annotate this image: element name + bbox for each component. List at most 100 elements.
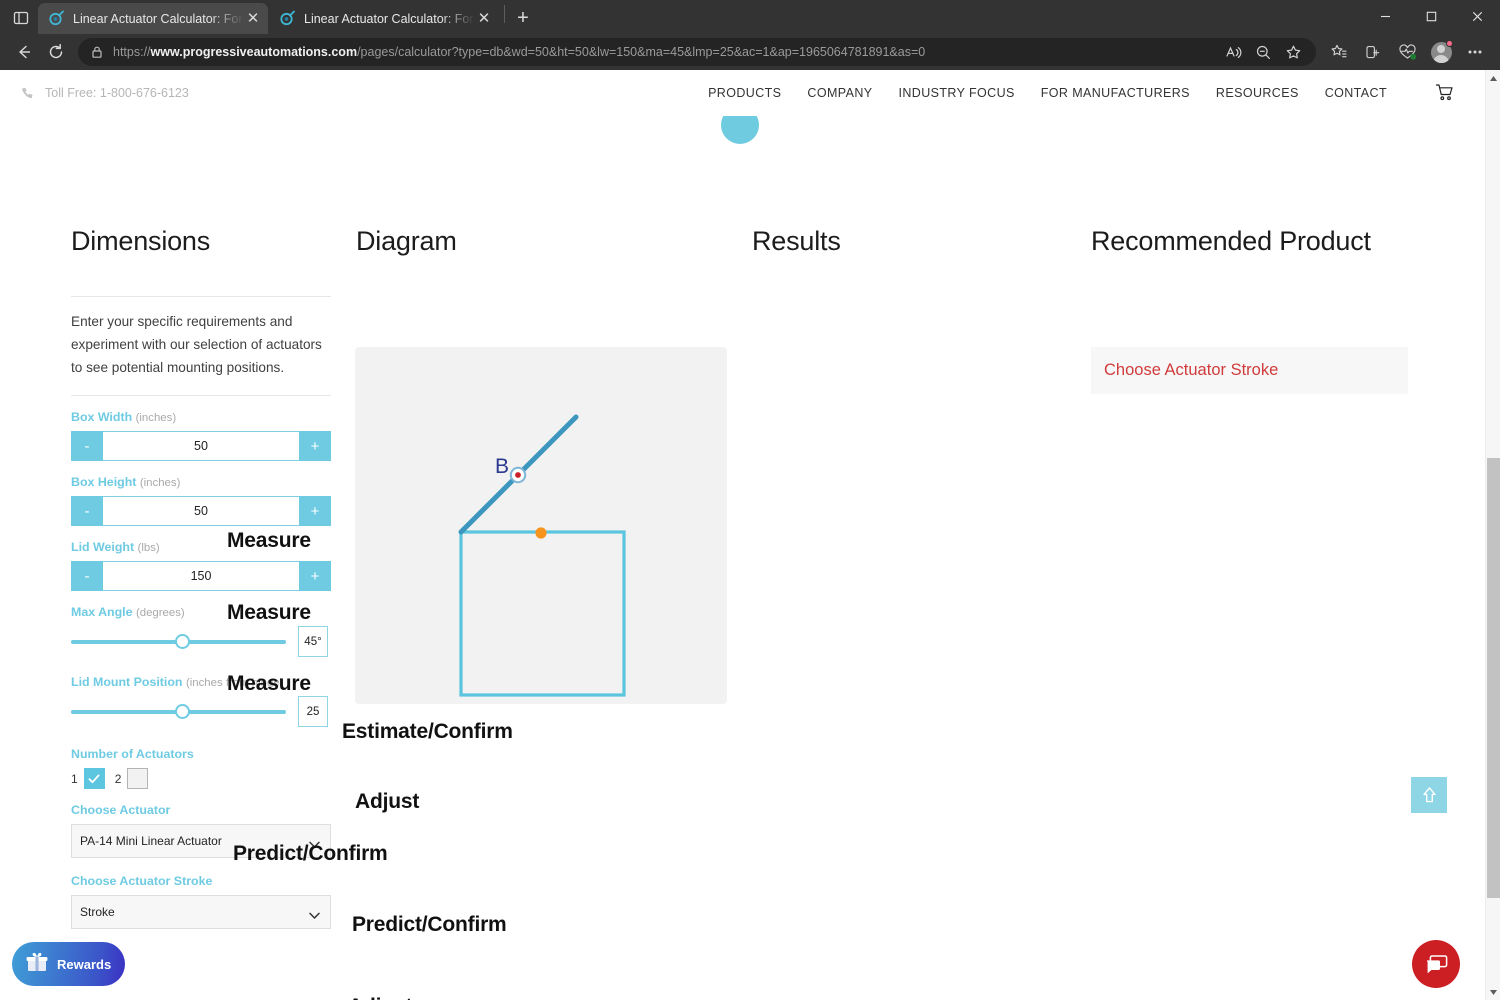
nav-item-contact[interactable]: CONTACT xyxy=(1325,86,1387,100)
number-of-actuators-options: 1 2 xyxy=(71,768,331,790)
recommended-product-card: Choose Actuator Stroke xyxy=(1091,347,1408,394)
max-angle-value[interactable]: 45° xyxy=(298,626,328,658)
browser-settings-menu-icon[interactable] xyxy=(1458,37,1492,67)
nav-item-products[interactable]: PRODUCTS xyxy=(708,86,781,100)
browser-chrome: Linear Actuator Calculator: Force ✕ Line… xyxy=(0,0,1500,70)
browser-toolbar-right xyxy=(1322,37,1492,67)
dimensions-intro-text: Enter your specific requirements and exp… xyxy=(71,314,322,375)
chat-button[interactable] xyxy=(1412,940,1460,988)
tab-title: Linear Actuator Calculator: Force xyxy=(73,11,244,26)
box-width-input[interactable] xyxy=(103,431,299,462)
nav-item-company[interactable]: COMPANY xyxy=(807,86,872,100)
page-scrollbar[interactable] xyxy=(1485,70,1500,1000)
tab-close-icon[interactable]: ✕ xyxy=(244,10,262,28)
tab-close-icon[interactable]: ✕ xyxy=(475,10,493,28)
lid-mount-position-slider-row: 25 xyxy=(71,696,331,728)
lid-mount-position-slider[interactable] xyxy=(71,700,286,724)
cart-icon xyxy=(1435,84,1453,101)
box-width-decrement-button[interactable]: - xyxy=(71,431,103,462)
box-width-unit: (inches) xyxy=(135,412,177,425)
avatar-notification-dot xyxy=(1446,40,1453,47)
address-bar[interactable]: https://www.progressiveautomations.com/p… xyxy=(78,38,1316,66)
cart-button[interactable] xyxy=(1435,83,1455,103)
actuator-count-1-label: 1 xyxy=(71,771,78,786)
scroll-to-top-button[interactable] xyxy=(1411,777,1447,813)
toll-free-info: Toll Free: 1-800-676-6123 xyxy=(20,86,189,101)
nav-item-resources[interactable]: RESOURCES xyxy=(1216,86,1299,100)
choose-stroke-label: Choose Actuator Stroke xyxy=(71,874,213,889)
arrow-up-icon xyxy=(1422,787,1436,803)
choose-stroke-select-wrap: Stroke xyxy=(71,895,331,930)
point-b-center-dot xyxy=(515,472,521,478)
lid-mount-position-label-text: Lid Mount Position xyxy=(71,675,183,690)
url-domain: www.progressiveautomations.com xyxy=(150,45,358,59)
tab-strip: Linear Actuator Calculator: Force ✕ Line… xyxy=(0,0,1500,34)
actuator-count-1-checkbox[interactable] xyxy=(83,768,105,790)
tab-divider xyxy=(504,5,505,23)
window-maximize-button[interactable] xyxy=(1408,0,1454,32)
rewards-label: Rewards xyxy=(57,956,112,972)
annotation-label: Predict/Confirm xyxy=(352,913,507,936)
window-close-button[interactable] xyxy=(1454,0,1500,32)
window-controls xyxy=(1362,0,1500,32)
scrollbar-up-arrow[interactable] xyxy=(1486,70,1500,86)
annotation-label: Adjust xyxy=(355,790,420,813)
profile-avatar[interactable] xyxy=(1424,37,1458,67)
collections-icon[interactable] xyxy=(1356,37,1390,67)
chat-bubble-icon xyxy=(1426,955,1448,974)
max-angle-slider[interactable] xyxy=(71,630,286,654)
choose-stroke-select[interactable]: Stroke xyxy=(71,895,331,930)
lock-icon xyxy=(90,45,104,59)
annotation-label: Predict/Confirm xyxy=(233,842,388,865)
toll-free-text: Toll Free: 1-800-676-6123 xyxy=(45,86,189,100)
lid-mount-position-slider-thumb[interactable] xyxy=(175,704,190,720)
browser-essentials-icon[interactable] xyxy=(1390,37,1424,67)
choose-actuator-label: Choose Actuator xyxy=(71,803,171,818)
nav-item-for-manufacturers[interactable]: FOR MANUFACTURERS xyxy=(1041,86,1190,100)
lid-diagram: B xyxy=(458,414,626,697)
lid-weight-input[interactable] xyxy=(103,561,299,592)
page-content: Toll Free: 1-800-676-6123 PRODUCTS COMPA… xyxy=(0,70,1485,1000)
scrollbar-down-arrow[interactable] xyxy=(1486,984,1500,1000)
max-angle-slider-row: 45° xyxy=(71,626,331,658)
actuator-count-2-label: 2 xyxy=(114,771,122,786)
annotation-label: Adjust xyxy=(348,995,412,1000)
favorite-star-icon[interactable] xyxy=(1278,39,1308,65)
favicon-icon xyxy=(279,10,296,27)
box-width-label: Box Width (inches) xyxy=(71,410,331,424)
browser-tab-1[interactable]: Linear Actuator Calculator: Force ✕ xyxy=(38,3,268,34)
box-height-decrement-button[interactable]: - xyxy=(71,496,103,527)
lid-weight-increment-button[interactable]: + xyxy=(299,561,331,592)
back-button[interactable] xyxy=(8,37,40,67)
new-tab-button[interactable]: + xyxy=(509,4,537,32)
scrollbar-thumb[interactable] xyxy=(1487,458,1500,898)
lid-weight-stepper: - + xyxy=(71,561,331,592)
point-b-label: B xyxy=(495,455,509,478)
actuator-count-2-checkbox[interactable] xyxy=(127,768,149,790)
favorites-bar-icon[interactable] xyxy=(1322,37,1356,67)
reload-button[interactable] xyxy=(40,37,72,67)
rewards-button[interactable]: Rewards xyxy=(12,942,125,986)
browser-tab-2[interactable]: Linear Actuator Calculator: Force ✕ xyxy=(269,3,499,34)
max-angle-slider-thumb[interactable] xyxy=(175,634,190,650)
box-height-increment-button[interactable]: + xyxy=(299,496,331,527)
box-height-input[interactable] xyxy=(103,496,299,527)
box-width-increment-button[interactable]: + xyxy=(299,431,331,462)
dimensions-column-title: Dimensions xyxy=(71,226,211,256)
page-viewport: Toll Free: 1-800-676-6123 PRODUCTS COMPA… xyxy=(0,70,1500,1000)
lid-weight-unit: (lbs) xyxy=(137,542,160,555)
recommended-column-title: Recommended Product xyxy=(1091,226,1371,256)
url-scheme: https:// xyxy=(113,45,151,59)
address-bar-actions xyxy=(1218,39,1308,65)
read-aloud-icon[interactable] xyxy=(1218,39,1248,65)
lid-mount-position-value[interactable]: 25 xyxy=(298,696,328,728)
box-width-label-text: Box Width xyxy=(71,410,133,425)
lid-weight-decrement-button[interactable]: - xyxy=(71,561,103,592)
browser-navigation-bar: https://www.progressiveautomations.com/p… xyxy=(0,34,1500,70)
nav-item-industry-focus[interactable]: INDUSTRY FOCUS xyxy=(898,86,1014,100)
tab-search-button[interactable] xyxy=(4,2,38,34)
box-height-label-text: Box Height xyxy=(71,475,137,490)
window-minimize-button[interactable] xyxy=(1362,0,1408,32)
zoom-out-icon[interactable] xyxy=(1248,39,1278,65)
checkmark-icon xyxy=(88,774,100,784)
